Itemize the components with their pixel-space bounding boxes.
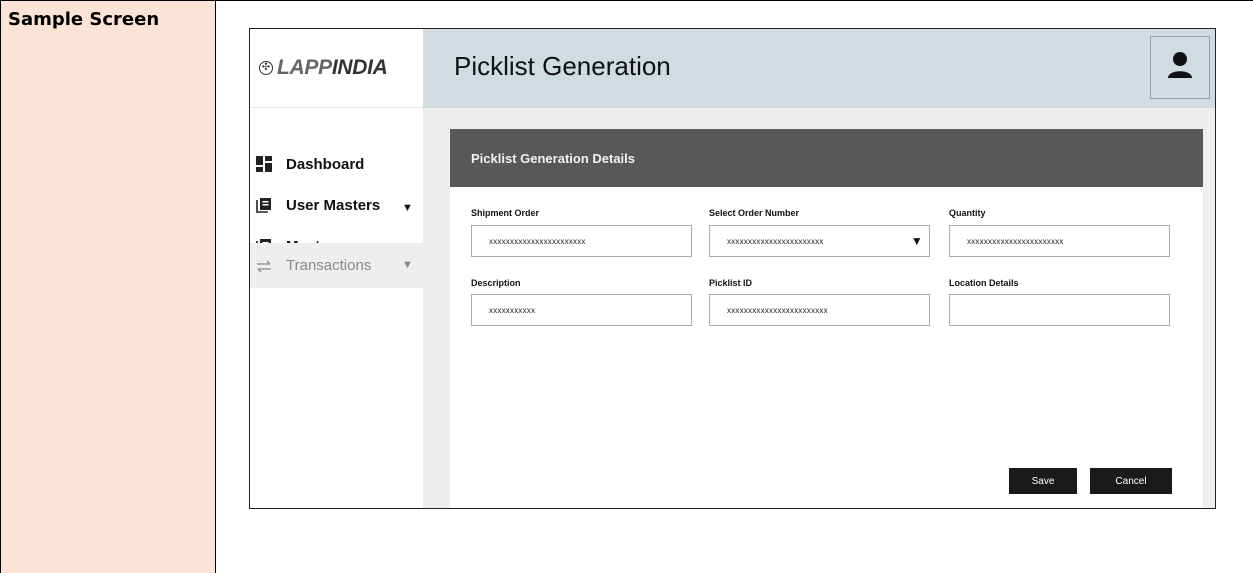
shipment-order-field[interactable]: xxxxxxxxxxxxxxxxxxxxxxx (471, 225, 692, 257)
sidebar-item-label: User Masters (286, 196, 381, 214)
sample-screen-label: Sample Screen (8, 9, 160, 30)
main-content: Picklist Generation Details Shipment Ord… (423, 108, 1215, 508)
shipment-order-label: Shipment Order (471, 208, 540, 218)
app-mockup: ✣ LAPPINDIA Dashboard User Masters ▼ Mas… (249, 28, 1216, 509)
chevron-down-icon: ▼ (910, 234, 923, 248)
description-label: Description (471, 278, 521, 288)
sidebar: ✣ LAPPINDIA Dashboard User Masters ▼ Mas… (250, 29, 423, 508)
chevron-down-icon: ▼ (402, 259, 413, 271)
sidebar-item-user-masters[interactable]: User Masters ▼ (250, 185, 423, 225)
order-number-select[interactable]: xxxxxxxxxxxxxxxxxxxxxxx ▼ (709, 225, 930, 257)
brand-logo: ✣ LAPPINDIA (250, 29, 423, 108)
book-icon (255, 196, 273, 214)
logo-text: LAPPINDIA (277, 56, 388, 79)
sidebar-item-dashboard[interactable]: Dashboard (250, 144, 423, 184)
sidebar-item-label: Transactions (286, 257, 372, 274)
picklist-id-label: Picklist ID (709, 278, 753, 288)
sidebar-item-transactions[interactable]: Transactions ▼ (250, 243, 423, 288)
avatar[interactable] (1150, 36, 1210, 99)
label-cell: Sample Screen (0, 0, 216, 573)
details-card: Picklist Generation Details Shipment Ord… (450, 129, 1203, 508)
dashboard-icon (255, 155, 273, 173)
sidebar-item-label: Dashboard (286, 155, 365, 173)
card-header: Picklist Generation Details (450, 129, 1203, 187)
picklist-id-field[interactable]: xxxxxxxxxxxxxxxxxxxxxxxx (709, 294, 930, 326)
page-title: Picklist Generation (454, 51, 671, 81)
header: Picklist Generation (423, 29, 1215, 108)
description-field[interactable]: xxxxxxxxxxx (471, 294, 692, 326)
location-details-field[interactable] (949, 294, 1170, 326)
card-title: Picklist Generation Details (471, 151, 636, 166)
quantity-label: Quantity (949, 208, 986, 218)
order-number-value: xxxxxxxxxxxxxxxxxxxxxxx (727, 236, 824, 246)
chevron-down-icon: ▼ (402, 202, 413, 214)
user-icon (1167, 51, 1193, 84)
quantity-field[interactable]: xxxxxxxxxxxxxxxxxxxxxxx (949, 225, 1170, 257)
cancel-button[interactable]: Cancel (1090, 468, 1172, 494)
save-button[interactable]: Save (1009, 468, 1077, 494)
logo-emblem-icon: ✣ (259, 61, 273, 75)
location-details-label: Location Details (949, 278, 1019, 288)
order-number-label: Select Order Number (709, 208, 800, 218)
swap-arrows-icon (255, 257, 273, 275)
